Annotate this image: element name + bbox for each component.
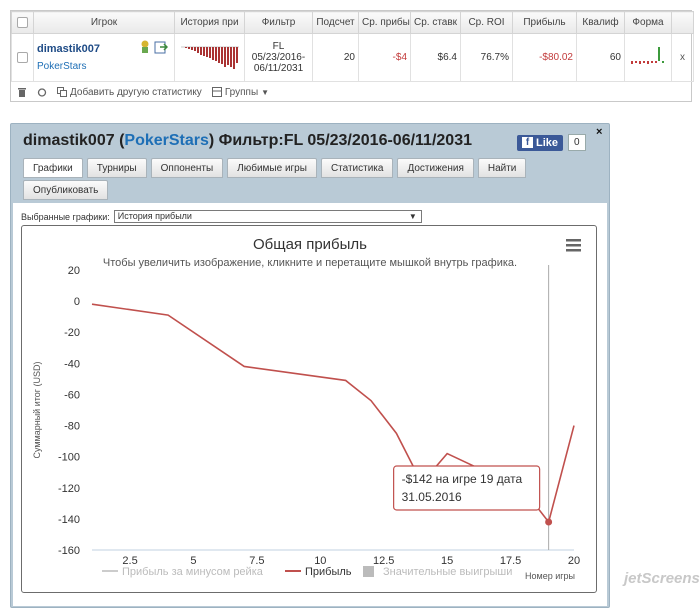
col-header-qualif[interactable]: Квалиф xyxy=(576,11,625,34)
avg-profit-cell: -$4 xyxy=(358,33,411,82)
col-header-empty xyxy=(671,11,694,34)
legend-marker-2 xyxy=(363,566,374,577)
col-header-filter[interactable]: Фильтр xyxy=(244,11,313,34)
add-stat-button[interactable]: Добавить другую статистику xyxy=(57,87,202,98)
copy-icon xyxy=(57,87,67,97)
col-header-player[interactable]: Игрок xyxy=(33,11,175,34)
form-sparkline-chart xyxy=(631,47,664,64)
y-tick-label: -140 xyxy=(58,514,80,526)
filter-type: FL xyxy=(272,41,285,52)
y-tick-label: -40 xyxy=(64,358,80,370)
x-tick-label: 20 xyxy=(568,555,580,567)
history-sparkline-chart xyxy=(180,46,239,69)
add-stat-label: Добавить другую статистику xyxy=(70,86,202,98)
y-tick-label: -80 xyxy=(64,421,80,433)
profile-site-link[interactable]: PokerStars xyxy=(124,132,209,149)
player-export-icon[interactable] xyxy=(154,40,168,54)
legend-item-2[interactable]: Значительные выигрыши xyxy=(383,566,512,578)
table-row: dimastik007 PokerStars FL 05/23/2016- 06… xyxy=(11,33,694,82)
profit-chart[interactable]: Общая прибыль Чтобы увеличить изображение… xyxy=(21,225,597,593)
select-all-checkbox[interactable] xyxy=(11,11,34,34)
chart-subtitle: Чтобы увеличить изображение, кликните и … xyxy=(103,257,517,269)
trash-icon[interactable] xyxy=(17,87,27,98)
col-header-avg-stake[interactable]: Ср. ставк xyxy=(410,11,461,34)
facebook-like-widget: f Like 0 xyxy=(517,134,586,151)
hamburger-menu-icon[interactable] xyxy=(566,239,581,252)
profile-player-name: dimastik007 xyxy=(23,132,115,149)
col-header-avg-profit[interactable]: Ср. прибы xyxy=(358,11,411,34)
avg-stake-cell: $6.4 xyxy=(410,33,461,82)
stats-panel: Игрок История при Фильтр Подсчет Ср. при… xyxy=(10,10,694,102)
y-tick-label: -160 xyxy=(58,545,80,557)
tab-achievements[interactable]: Достижения xyxy=(397,158,474,178)
col-header-history[interactable]: История при xyxy=(174,11,245,34)
table-toolbar: Добавить другую статистику Группы ▼ xyxy=(11,82,691,102)
dropdown-arrow-icon: ▼ xyxy=(408,212,417,221)
player-award-icon[interactable] xyxy=(139,40,151,54)
chart-select-label: Выбранные графики: xyxy=(21,211,110,222)
col-header-count[interactable]: Подсчет xyxy=(312,11,359,34)
player-profile-panel: dimastik007 (PokerStars) Фильтр:FL 05/23… xyxy=(10,123,610,608)
stats-table: Игрок История при Фильтр Подсчет Ср. при… xyxy=(11,11,694,82)
y-tick-label: 20 xyxy=(68,265,80,277)
hovered-data-point xyxy=(545,518,553,526)
history-sparkline xyxy=(174,33,245,82)
chart-title: Общая прибыль xyxy=(253,236,367,253)
groups-icon xyxy=(211,87,222,97)
form-cell xyxy=(624,33,672,82)
x-axis-label: Номер игры xyxy=(525,571,575,581)
filter-cell: FL 05/23/2016- 06/11/2031 xyxy=(244,33,313,82)
table-header-row: Игрок История при Фильтр Подсчет Ср. при… xyxy=(11,11,694,34)
tooltip-line2: 31.05.2016 xyxy=(402,490,462,504)
y-tick-label: -20 xyxy=(64,327,80,339)
chart-select-row: Выбранные графики: История прибыли ▼ xyxy=(21,210,422,223)
qualif-cell: 60 xyxy=(576,33,625,82)
profile-title: dimastik007 (PokerStars) Фильтр:FL 05/23… xyxy=(23,132,472,150)
like-label: Like xyxy=(536,136,559,149)
like-count: 0 xyxy=(568,134,586,151)
tab-statistics[interactable]: Статистика xyxy=(320,158,394,178)
close-icon[interactable]: × xyxy=(596,126,602,138)
profile-filter: ) Фильтр:FL 05/23/2016-06/11/2031 xyxy=(208,132,472,149)
profit-cell: -$80.02 xyxy=(512,33,577,82)
filter-date-to: 06/11/2031 xyxy=(253,63,304,74)
count-cell: 20 xyxy=(312,33,359,82)
facebook-icon: f xyxy=(522,137,533,148)
watermark: jetScreenshot xyxy=(624,570,700,587)
y-axis-label: Суммарный итог (USD) xyxy=(32,361,42,458)
groups-dropdown[interactable]: Группы ▼ xyxy=(211,86,270,98)
y-tick-label: -60 xyxy=(64,389,80,401)
row-checkbox[interactable] xyxy=(11,33,34,82)
avg-roi-cell: 76.7% xyxy=(460,33,513,82)
tab-charts[interactable]: Графики xyxy=(23,158,83,178)
col-header-profit[interactable]: Прибыль xyxy=(512,11,577,34)
player-cell: dimastik007 PokerStars xyxy=(33,33,175,82)
groups-label: Группы xyxy=(224,86,259,98)
filter-date-from: 05/23/2016- xyxy=(251,52,306,63)
profile-tabs: Графики Турниры Оппоненты Любимые игры С… xyxy=(23,158,527,178)
col-header-avg-roi[interactable]: Ср. ROI xyxy=(460,11,513,34)
player-site-link[interactable]: PokerStars xyxy=(37,61,171,72)
y-tick-label: 0 xyxy=(74,296,80,308)
tooltip-line1: -$142 на игре 19 дата xyxy=(402,472,523,486)
refresh-icon[interactable] xyxy=(37,87,47,98)
y-tick-label: -120 xyxy=(58,483,80,495)
facebook-like-button[interactable]: f Like xyxy=(517,134,564,151)
chart-select-dropdown[interactable]: История прибыли ▼ xyxy=(113,210,422,223)
legend-item-1[interactable]: Прибыль xyxy=(305,566,352,578)
chart-select-value: История прибыли xyxy=(117,211,192,221)
col-header-form[interactable]: Форма xyxy=(624,11,672,34)
tab-opponents[interactable]: Оппоненты xyxy=(150,158,224,178)
tab-publish[interactable]: Опубликовать xyxy=(23,180,109,200)
profile-body: Выбранные графики: История прибыли ▼ Общ… xyxy=(13,203,607,606)
chevron-down-icon: ▼ xyxy=(261,87,270,97)
y-tick-label: -100 xyxy=(58,452,80,464)
legend-item-0[interactable]: Прибыль за минусом рейка xyxy=(122,566,264,578)
remove-row-button[interactable]: x xyxy=(671,33,694,82)
tab-tournaments[interactable]: Турниры xyxy=(86,158,147,178)
tab-find[interactable]: Найти xyxy=(477,158,527,178)
profile-tabs-row2: Опубликовать xyxy=(23,180,109,200)
tab-favorite-games[interactable]: Любимые игры xyxy=(227,158,317,178)
profit-chart-svg[interactable]: Общая прибыль Чтобы увеличить изображение… xyxy=(22,226,598,594)
